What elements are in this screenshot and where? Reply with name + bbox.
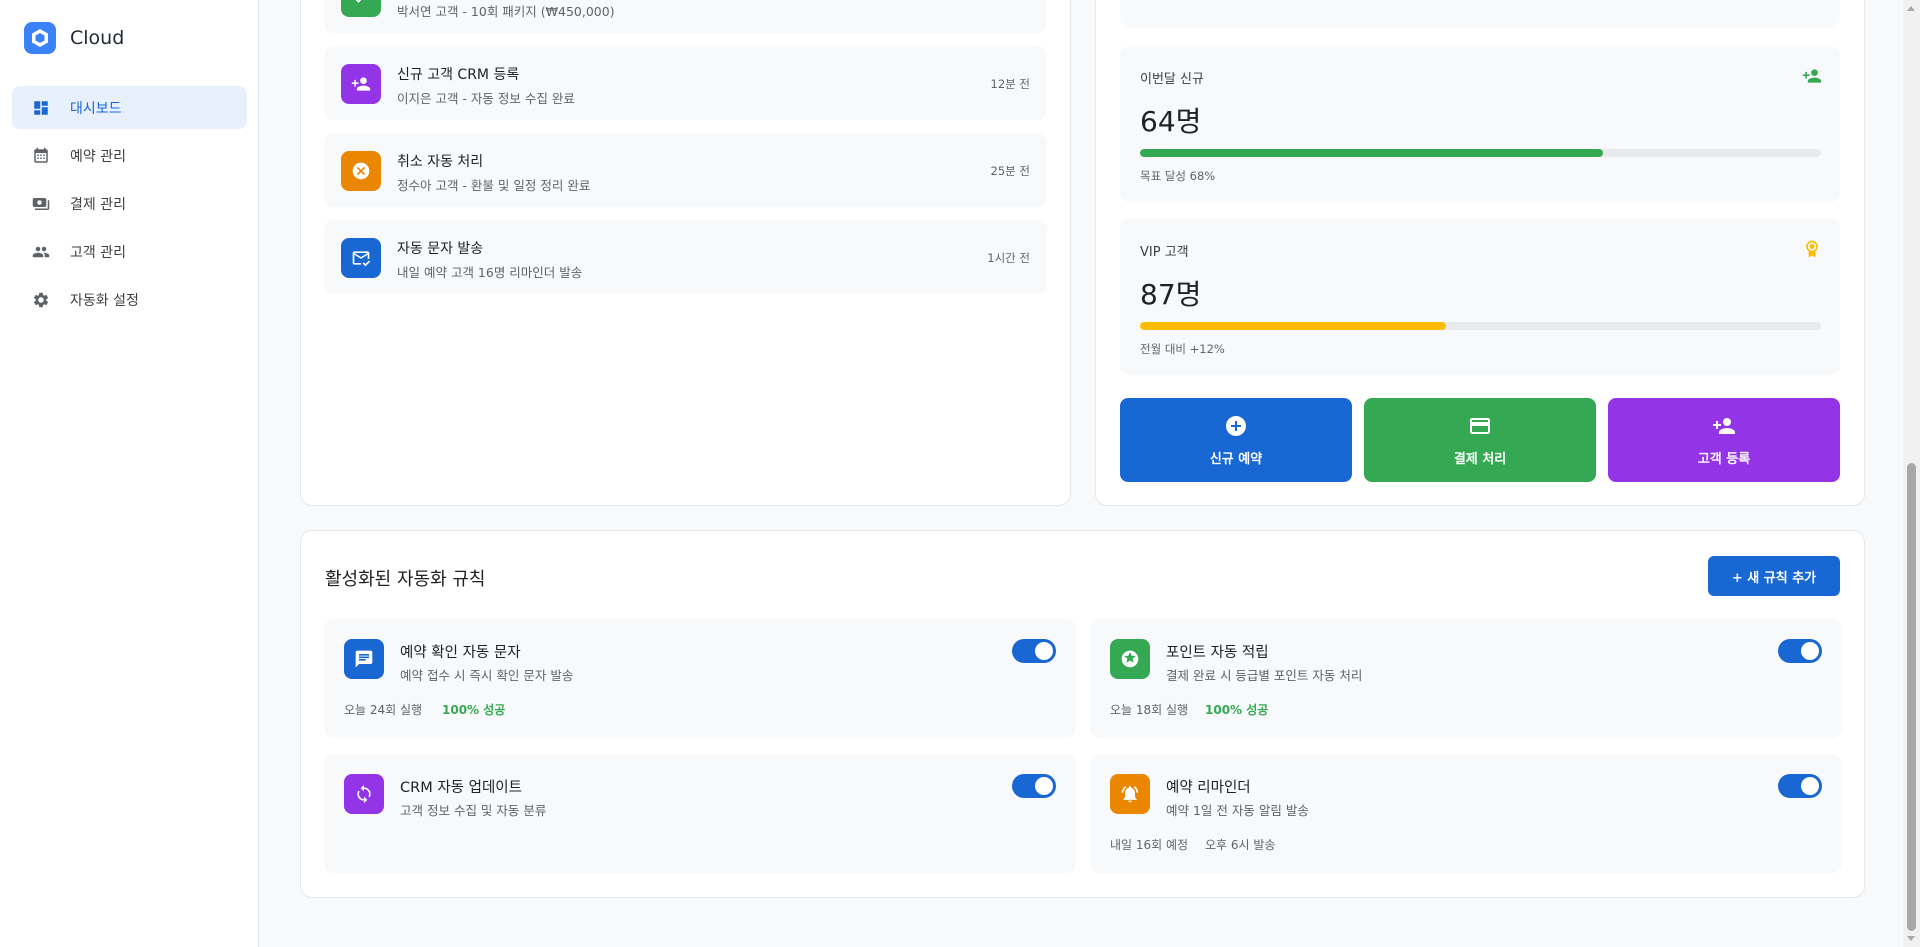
stat-card-vip: VIP 고객 87명 전월 대비 +12% <box>1120 219 1840 375</box>
sidebar-item-customers[interactable]: 고객 관리 <box>12 230 247 273</box>
sidebar-nav: 대시보드 예약 관리 결제 관리 고객 관리 자동화 설정 <box>12 86 247 326</box>
rule-title: 예약 확인 자동 문자 <box>400 645 521 661</box>
alarm-icon <box>1110 774 1150 814</box>
stat-sub: 목표 달성 68% <box>1140 169 1216 183</box>
rule-title: 예약 리마인더 <box>1166 780 1251 796</box>
scroll-thumb[interactable] <box>1907 463 1916 931</box>
rule-toggle[interactable] <box>1012 639 1056 663</box>
rule-desc: 예약 1일 전 자동 알림 발송 <box>1166 803 1309 818</box>
brand-name: Cloud <box>70 27 125 49</box>
new-booking-button[interactable]: 신규 예약 <box>1120 398 1352 482</box>
button-label: 결제 처리 <box>1453 451 1507 467</box>
activity-desc: 박서연 고객 - 10회 패키지 (₩450,000) <box>397 4 615 19</box>
activity-time: 25분 전 <box>990 164 1030 178</box>
activity-time: 12분 전 <box>990 77 1030 91</box>
rule-desc: 고객 정보 수집 및 자동 분류 <box>400 803 547 818</box>
progress-bar <box>1140 149 1821 157</box>
activity-item[interactable]: 박서연 고객 - 10회 패키지 (₩450,000) <box>324 0 1047 33</box>
section-title: 활성화된 자동화 규칙 <box>325 569 486 590</box>
payment-icon <box>32 197 50 210</box>
stat-value: 87명 <box>1140 278 1202 311</box>
cancel-icon <box>341 151 381 191</box>
rule-schedule: 오후 6시 발송 <box>1205 838 1276 852</box>
rule-status: 100% 성공 <box>442 703 506 717</box>
stat-label: 이번달 신규 <box>1140 72 1204 87</box>
sidebar-item-payments[interactable]: 결제 관리 <box>12 182 247 225</box>
rule-meta: 내일 16회 예정 <box>1110 838 1189 852</box>
plus-circle-icon <box>1226 415 1246 436</box>
sidebar-item-dashboard[interactable]: 대시보드 <box>12 86 247 129</box>
rule-status: 100% 성공 <box>1205 703 1269 717</box>
activity-desc: 내일 예약 고객 16명 리마인더 발송 <box>397 265 583 280</box>
rule-desc: 결제 완료 시 등급별 포인트 자동 처리 <box>1166 668 1363 683</box>
progress-fill <box>1140 322 1447 330</box>
stat-label: VIP 고객 <box>1140 245 1189 260</box>
dashboard-icon <box>34 100 48 115</box>
progress-bar <box>1140 322 1821 330</box>
rule-meta: 오늘 24회 실행 <box>344 703 423 717</box>
activity-title: 신규 고객 CRM 등록 <box>397 67 520 83</box>
person-add-icon <box>1802 69 1822 83</box>
rule-card: 예약 리마인더 예약 1일 전 자동 알림 발송 내일 16회 예정 오후 6시… <box>1090 754 1842 873</box>
rule-toggle[interactable] <box>1778 639 1822 663</box>
activity-item[interactable]: 취소 자동 처리 정수아 고객 - 환불 및 일정 정리 완료 25분 전 <box>324 133 1047 207</box>
payment-check-icon <box>341 0 381 17</box>
scroll-down-arrow-icon[interactable] <box>1907 936 1915 941</box>
rule-desc: 예약 접수 시 즉시 확인 문자 발송 <box>400 668 574 683</box>
stat-value: 64명 <box>1140 105 1202 138</box>
add-rule-button[interactable]: + 새 규칙 추가 <box>1708 556 1840 596</box>
sidebar-item-label: 예약 관리 <box>70 148 126 165</box>
rule-title: 포인트 자동 적립 <box>1166 645 1269 661</box>
brand[interactable]: Cloud <box>24 22 124 54</box>
rule-meta: 오늘 18회 실행 <box>1110 703 1189 717</box>
activity-title: 취소 자동 처리 <box>397 154 484 170</box>
scroll-up-arrow-icon[interactable] <box>1907 6 1915 11</box>
gear-icon <box>33 292 49 307</box>
stat-card-new-customers: 이번달 신규 64명 목표 달성 68% <box>1120 46 1840 202</box>
button-label: 신규 예약 <box>1209 451 1263 467</box>
calendar-icon <box>34 147 48 163</box>
award-icon <box>1806 240 1818 258</box>
star-badge-icon <box>1110 639 1150 679</box>
card-icon <box>1470 417 1490 434</box>
rule-title: CRM 자동 업데이트 <box>400 780 522 796</box>
sidebar-item-label: 자동화 설정 <box>70 292 139 309</box>
rule-card: 포인트 자동 적립 결제 완료 시 등급별 포인트 자동 처리 오늘 18회 실… <box>1090 619 1842 738</box>
sidebar-item-label: 대시보드 <box>70 100 122 117</box>
person-add-icon <box>1713 417 1735 434</box>
activity-title: 자동 문자 발송 <box>397 241 484 257</box>
rule-card: 예약 확인 자동 문자 예약 접수 시 즉시 확인 문자 발송 오늘 24회 실… <box>324 619 1076 738</box>
rule-card: CRM 자동 업데이트 고객 정보 수집 및 자동 분류 <box>324 754 1076 873</box>
customer-register-button[interactable]: 고객 등록 <box>1608 398 1840 482</box>
cloud-logo-icon <box>24 22 56 54</box>
activity-time: 1시간 전 <box>987 251 1030 265</box>
page-scrollbar[interactable] <box>1903 0 1920 947</box>
stat-sub: 전월 대비 +12% <box>1140 342 1225 356</box>
rule-toggle[interactable] <box>1012 774 1056 798</box>
people-icon <box>32 246 50 257</box>
sidebar-item-bookings[interactable]: 예약 관리 <box>12 134 247 177</box>
sidebar-item-automation[interactable]: 자동화 설정 <box>12 278 247 321</box>
sidebar: Cloud 대시보드 예약 관리 결제 관리 고객 관리 자동화 설정 <box>0 0 259 947</box>
rule-toggle[interactable] <box>1778 774 1822 798</box>
sync-icon <box>344 774 384 814</box>
activity-item[interactable]: 자동 문자 발송 내일 예약 고객 16명 리마인더 발송 1시간 전 <box>324 220 1047 294</box>
activity-desc: 이지은 고객 - 자동 정보 수집 완료 <box>397 91 575 106</box>
button-label: 고객 등록 <box>1697 451 1751 467</box>
message-check-icon <box>341 238 381 278</box>
stat-card-partial <box>1120 0 1840 28</box>
sidebar-item-label: 고객 관리 <box>70 244 126 261</box>
activity-item[interactable]: 신규 고객 CRM 등록 이지은 고객 - 자동 정보 수집 완료 12분 전 <box>324 46 1047 120</box>
payment-process-button[interactable]: 결제 처리 <box>1364 398 1596 482</box>
activity-desc: 정수아 고객 - 환불 및 일정 정리 완료 <box>397 178 591 193</box>
progress-fill <box>1140 149 1604 157</box>
chat-icon <box>344 639 384 679</box>
sidebar-item-label: 결제 관리 <box>70 196 126 213</box>
person-add-icon <box>341 64 381 104</box>
